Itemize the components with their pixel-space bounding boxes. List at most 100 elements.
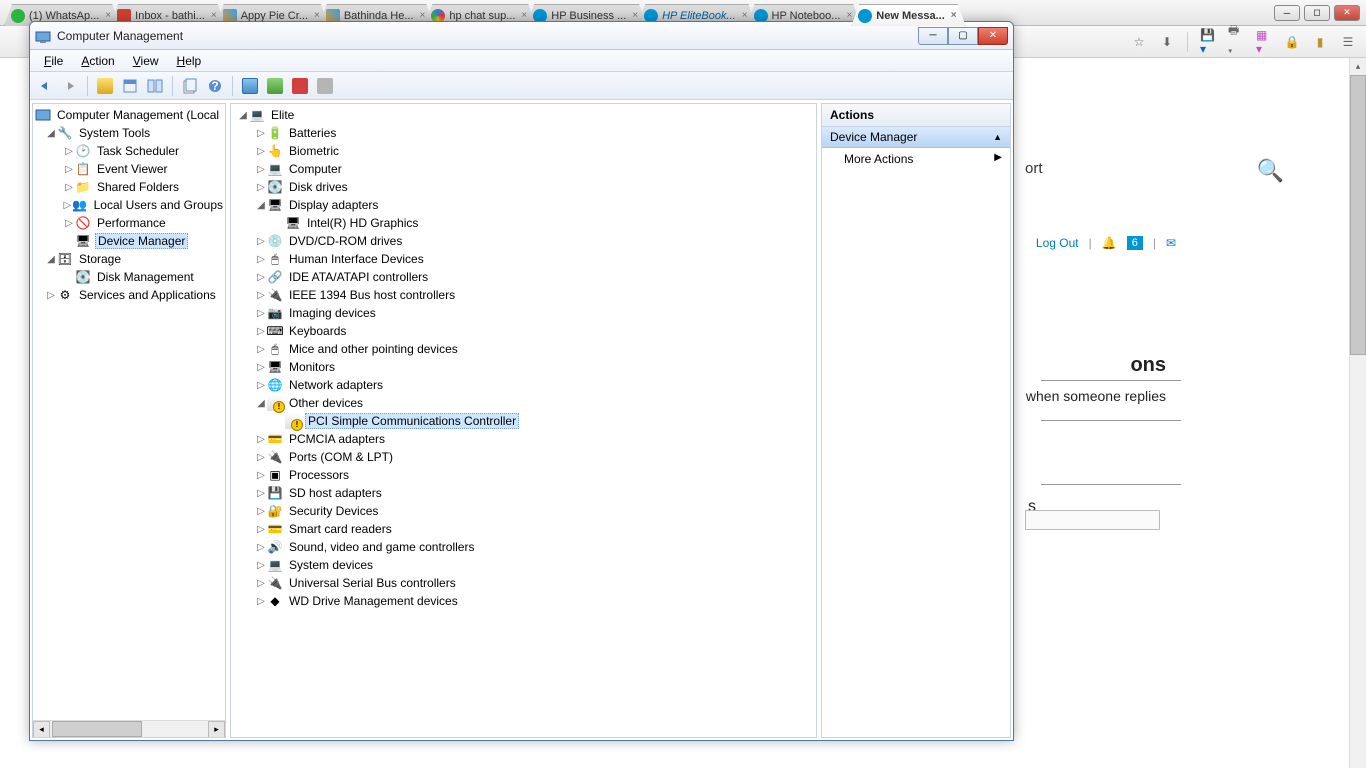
- show-hide-button[interactable]: [144, 75, 166, 97]
- print-icon[interactable]: 🖶 ▾: [1228, 34, 1244, 50]
- cat-display-adapters[interactable]: ◢🖥Display adapters: [233, 196, 816, 214]
- logout-link[interactable]: Log Out: [1036, 236, 1079, 250]
- os-window-controls: ─ ◻ ✕: [1268, 0, 1366, 25]
- tree-system-tools[interactable]: ◢🔧System Tools: [35, 124, 225, 142]
- cat-other-devices[interactable]: ◢Other devices: [233, 394, 816, 412]
- minimize-button[interactable]: ─: [1274, 5, 1300, 21]
- titlebar[interactable]: Computer Management ─ ▢ ✕: [30, 22, 1013, 50]
- collapse-icon[interactable]: ▲: [993, 132, 1002, 142]
- menu-action[interactable]: Action: [73, 52, 122, 70]
- up-button[interactable]: [94, 75, 116, 97]
- update-button[interactable]: [264, 75, 286, 97]
- close-button[interactable]: ✕: [978, 27, 1008, 45]
- disable-button[interactable]: [314, 75, 336, 97]
- menu-help[interactable]: Help: [169, 52, 210, 70]
- properties-button[interactable]: [119, 75, 141, 97]
- tree-services-apps[interactable]: ▷⚙Services and Applications: [35, 286, 225, 304]
- cat-monitors[interactable]: ▷🖥Monitors: [233, 358, 816, 376]
- cat-ports[interactable]: ▷🔌Ports (COM & LPT): [233, 448, 816, 466]
- device-tree-pane: ◢💻Elite ▷🔋Batteries ▷👆Biometric ▷💻Comput…: [230, 103, 817, 738]
- close-icon[interactable]: ×: [418, 10, 428, 21]
- device-pci-simple-comm[interactable]: PCI Simple Communications Controller: [233, 412, 816, 430]
- tree-shared-folders[interactable]: ▷📁Shared Folders: [35, 178, 225, 196]
- tree-disk-management[interactable]: 💽Disk Management: [35, 268, 225, 286]
- tree-device-manager[interactable]: 🖥Device Manager: [35, 232, 225, 250]
- tree-storage[interactable]: ◢🗄Storage: [35, 250, 225, 268]
- star-icon[interactable]: ☆: [1131, 34, 1147, 50]
- divider: [1041, 420, 1181, 421]
- scan-button[interactable]: [239, 75, 261, 97]
- console-tree[interactable]: Computer Management (Local ◢🔧System Tool…: [33, 104, 225, 720]
- scroll-left-button[interactable]: ◂: [33, 721, 50, 738]
- apps-icon[interactable]: ▦ ▾: [1256, 34, 1272, 50]
- cat-biometric[interactable]: ▷👆Biometric: [233, 142, 816, 160]
- device-root[interactable]: ◢💻Elite: [233, 106, 816, 124]
- cat-smartcard[interactable]: ▷💳Smart card readers: [233, 520, 816, 538]
- tree-root[interactable]: Computer Management (Local: [35, 106, 225, 124]
- library-icon[interactable]: ▮: [1312, 34, 1328, 50]
- device-intel-hd[interactable]: 🖥Intel(R) HD Graphics: [233, 214, 816, 232]
- cat-keyboards[interactable]: ▷⌨Keyboards: [233, 322, 816, 340]
- notification-count[interactable]: 6: [1127, 236, 1143, 250]
- menu-icon[interactable]: ☰: [1340, 34, 1356, 50]
- mail-icon[interactable]: ✉: [1166, 236, 1176, 250]
- close-button[interactable]: ✕: [1334, 5, 1360, 21]
- download-icon[interactable]: ⬇: [1159, 34, 1175, 50]
- close-icon[interactable]: ×: [844, 10, 854, 21]
- close-icon[interactable]: ×: [740, 10, 750, 21]
- divider: [1187, 32, 1188, 52]
- more-actions-item[interactable]: More Actions ▶: [822, 148, 1010, 170]
- tree-performance[interactable]: ▷🚫Performance: [35, 214, 225, 232]
- cat-dvd[interactable]: ▷💿DVD/CD-ROM drives: [233, 232, 816, 250]
- forward-button[interactable]: [59, 75, 81, 97]
- minimize-button[interactable]: ─: [918, 27, 948, 45]
- tab-newmessage[interactable]: New Messa...×: [851, 4, 965, 26]
- actions-header: Actions: [822, 104, 1010, 127]
- cat-ieee1394[interactable]: ▷🔌IEEE 1394 Bus host controllers: [233, 286, 816, 304]
- tree-task-scheduler[interactable]: ▷🕑Task Scheduler: [35, 142, 225, 160]
- back-button[interactable]: [34, 75, 56, 97]
- cat-network[interactable]: ▷🌐Network adapters: [233, 376, 816, 394]
- cat-processors[interactable]: ▷▣Processors: [233, 466, 816, 484]
- cat-computer[interactable]: ▷💻Computer: [233, 160, 816, 178]
- uninstall-button[interactable]: [289, 75, 311, 97]
- cat-usb[interactable]: ▷🔌Universal Serial Bus controllers: [233, 574, 816, 592]
- section-header-fragment: ons: [1130, 354, 1166, 377]
- text-input-fragment[interactable]: [1025, 510, 1160, 530]
- cat-security[interactable]: ▷🔐Security Devices: [233, 502, 816, 520]
- close-icon[interactable]: ×: [103, 10, 113, 21]
- close-icon[interactable]: ×: [312, 10, 322, 21]
- maximize-button[interactable]: ▢: [948, 27, 978, 45]
- bell-icon[interactable]: 🔔: [1102, 236, 1117, 250]
- help-button[interactable]: ?: [204, 75, 226, 97]
- cat-ide[interactable]: ▷🔗IDE ATA/ATAPI controllers: [233, 268, 816, 286]
- menu-view[interactable]: View: [125, 52, 167, 70]
- horizontal-scrollbar[interactable]: ◂ ▸: [33, 720, 225, 737]
- cat-sound[interactable]: ▷🔊Sound, video and game controllers: [233, 538, 816, 556]
- search-icon[interactable]: 🔍: [1257, 158, 1284, 184]
- lock-icon[interactable]: 🔒: [1284, 34, 1300, 50]
- cat-hid[interactable]: ▷🖱Human Interface Devices: [233, 250, 816, 268]
- refresh-button[interactable]: [179, 75, 201, 97]
- cat-batteries[interactable]: ▷🔋Batteries: [233, 124, 816, 142]
- close-icon[interactable]: ×: [519, 10, 529, 21]
- device-tree[interactable]: ◢💻Elite ▷🔋Batteries ▷👆Biometric ▷💻Comput…: [231, 104, 816, 737]
- actions-context[interactable]: Device Manager ▲: [822, 127, 1010, 148]
- menu-file[interactable]: File: [36, 52, 71, 70]
- tree-local-users[interactable]: ▷👥Local Users and Groups: [35, 196, 225, 214]
- cat-mice[interactable]: ▷🖱Mice and other pointing devices: [233, 340, 816, 358]
- cat-wd-drive[interactable]: ▷◆WD Drive Management devices: [233, 592, 816, 610]
- scroll-right-button[interactable]: ▸: [208, 721, 225, 738]
- tree-event-viewer[interactable]: ▷📋Event Viewer: [35, 160, 225, 178]
- cat-system-devices[interactable]: ▷💻System devices: [233, 556, 816, 574]
- page-scrollbar[interactable]: ▴: [1349, 58, 1366, 768]
- cat-disk-drives[interactable]: ▷💽Disk drives: [233, 178, 816, 196]
- close-icon[interactable]: ×: [949, 10, 959, 21]
- cat-pcmcia[interactable]: ▷💳PCMCIA adapters: [233, 430, 816, 448]
- save-icon[interactable]: 💾 ▾: [1200, 34, 1216, 50]
- close-icon[interactable]: ×: [630, 10, 640, 21]
- maximize-button[interactable]: ◻: [1304, 5, 1330, 21]
- close-icon[interactable]: ×: [209, 10, 219, 21]
- cat-imaging[interactable]: ▷📷Imaging devices: [233, 304, 816, 322]
- cat-sd-host[interactable]: ▷💾SD host adapters: [233, 484, 816, 502]
